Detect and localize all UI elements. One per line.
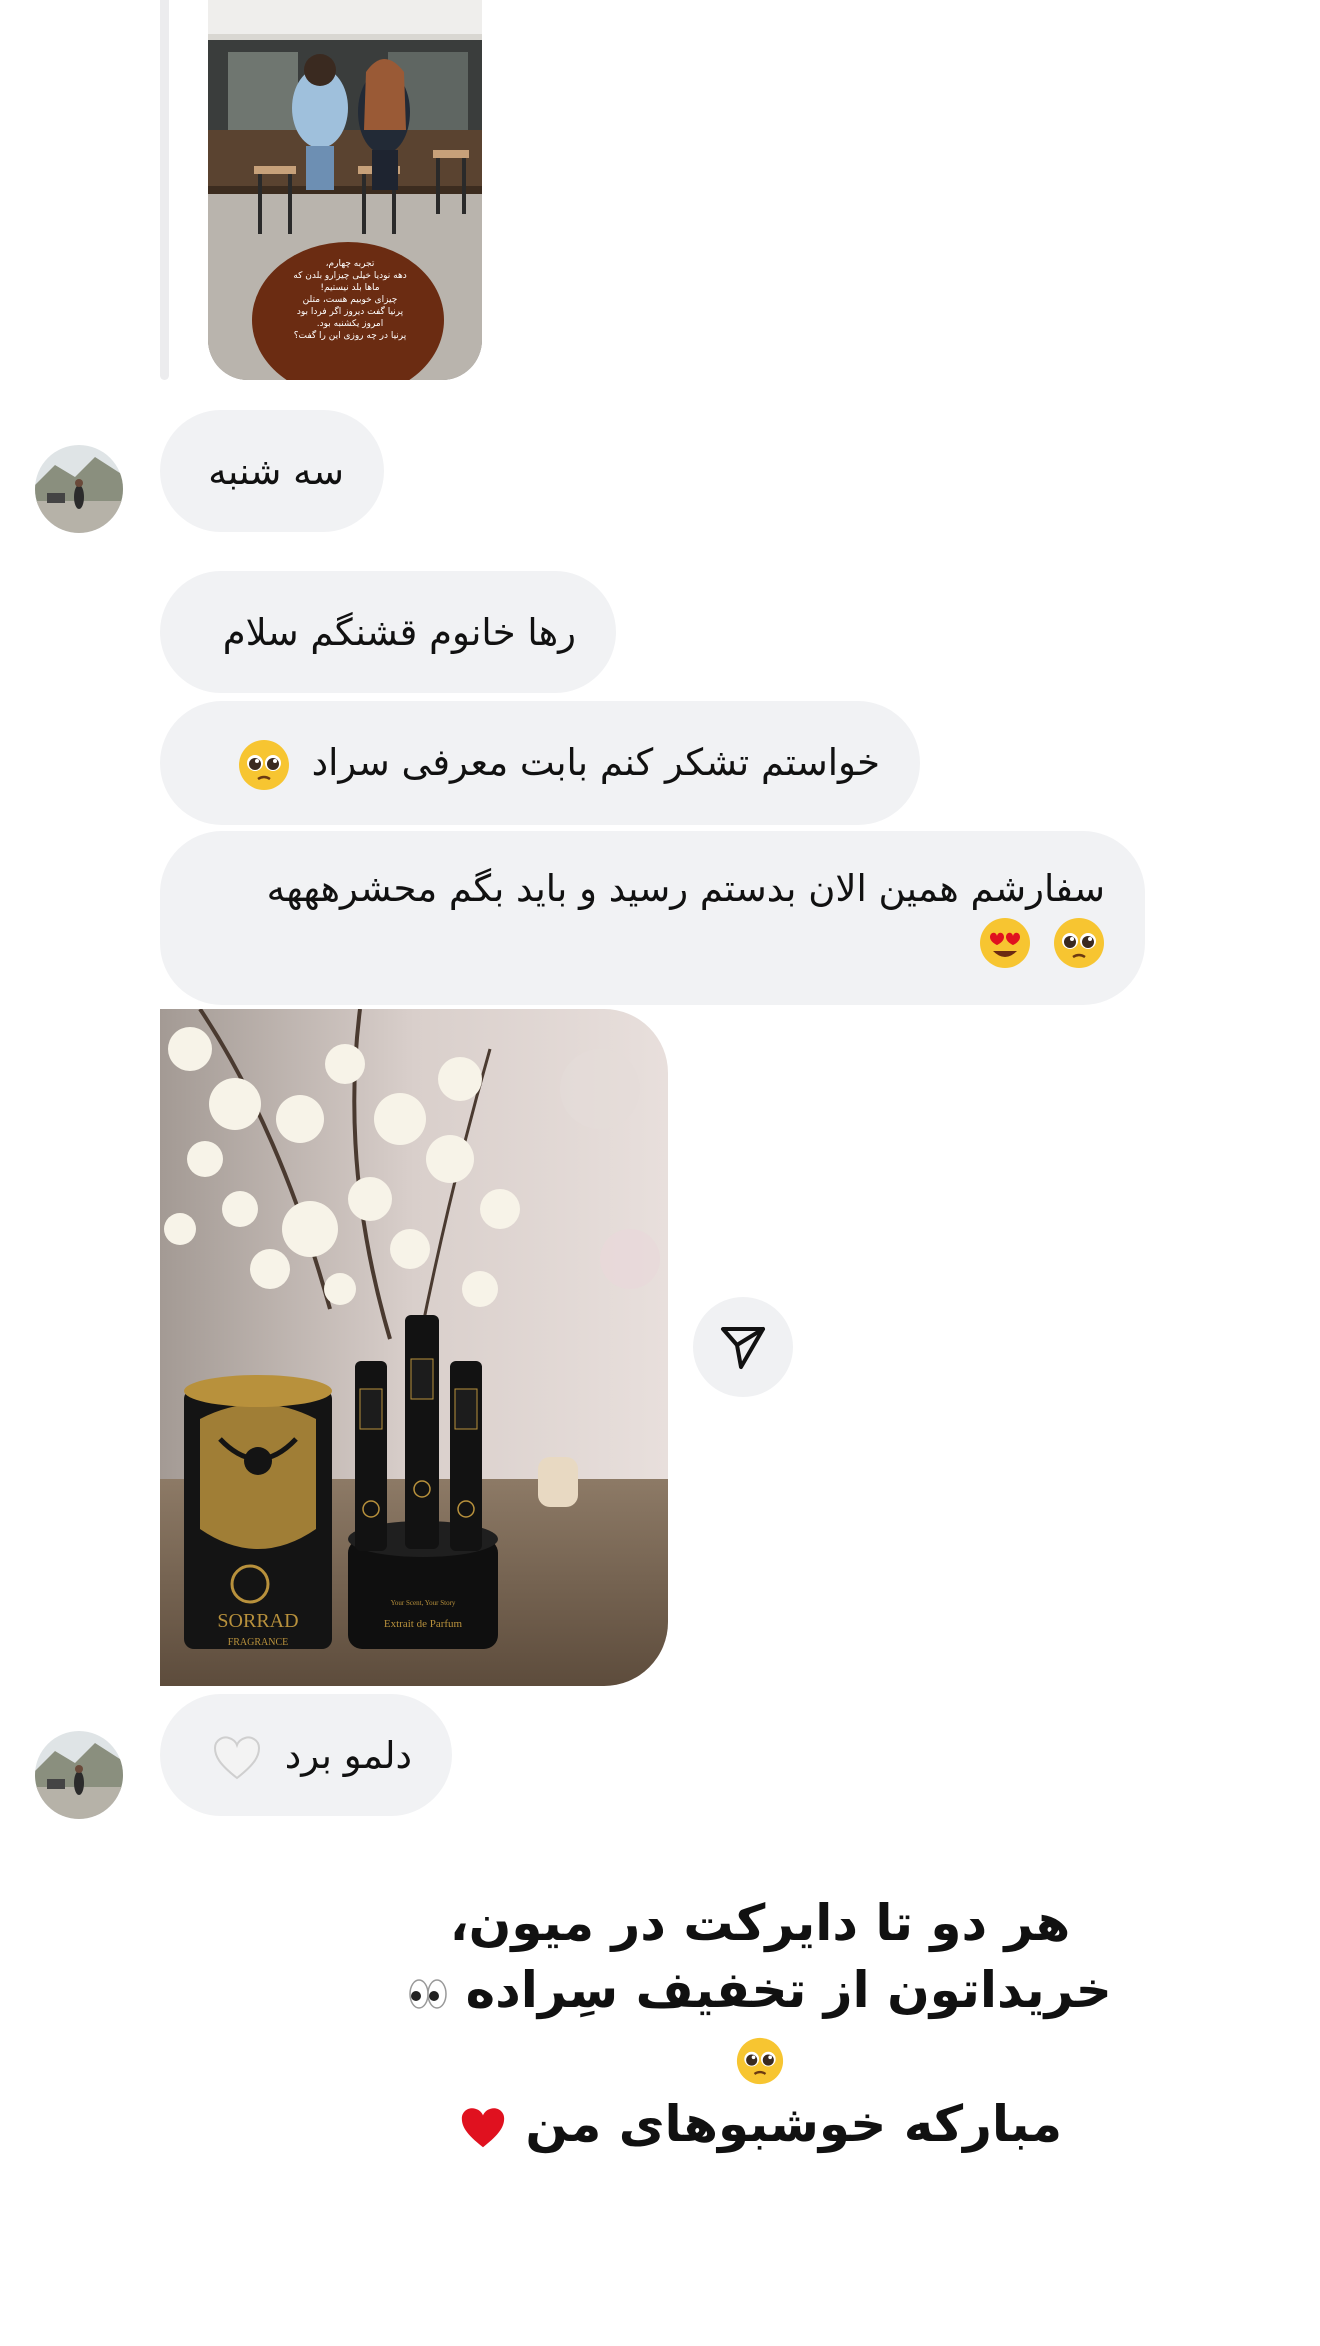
share-button[interactable] bbox=[693, 1297, 793, 1397]
pleading-face-emoji bbox=[736, 2037, 784, 2084]
caption-line: هر دو تا دایرکت در میون، bbox=[449, 1894, 1071, 1952]
message-bubble[interactable]: دلمو برد bbox=[160, 1694, 452, 1816]
message-bubble[interactable]: خواستم تشکر کنم بابت معرفی سراد bbox=[160, 701, 920, 825]
pleading-face-emoji bbox=[238, 739, 290, 791]
avatar[interactable] bbox=[35, 445, 123, 533]
svg-text:Your Scent, Your Story: Your Scent, Your Story bbox=[391, 1599, 456, 1607]
heart-eyes-emoji bbox=[979, 917, 1031, 969]
paper-plane-icon bbox=[721, 1327, 765, 1369]
message-text: خواستم تشکر کنم بابت معرفی سراد bbox=[311, 741, 880, 784]
message-bubble[interactable]: رها خانوم قشنگم سلام bbox=[160, 571, 616, 693]
avatar-image bbox=[35, 445, 123, 533]
svg-text:FRAGRANCE: FRAGRANCE bbox=[228, 1637, 289, 1648]
post-caption: هر دو تا دایرکت در میون، خریداتون از تخف… bbox=[380, 1890, 1140, 2158]
reply-indicator-line bbox=[160, 0, 169, 380]
message-bubble[interactable]: سفارشم همین الان بدستم رسید و باید بگم م… bbox=[160, 831, 1145, 1005]
eyes-icon bbox=[409, 1978, 447, 2009]
message-text: سفارشم همین الان بدستم رسید و باید بگم م… bbox=[266, 867, 1105, 910]
caption-line: مبارکه خوشبوهای من bbox=[380, 2091, 1140, 2158]
caption-line: خریداتون از تخفیف سِراده bbox=[380, 1957, 1140, 2091]
white-heart-emoji bbox=[211, 1732, 263, 1784]
pleading-face-emoji bbox=[1053, 917, 1105, 969]
svg-text:Extrait de Parfum: Extrait de Parfum bbox=[384, 1618, 463, 1630]
story-overlay-text: تجربه چهارم، دهه نودیا خیلی چیزارو بلدن … bbox=[293, 259, 407, 341]
product-photo[interactable]: SORRAD FRAGRANCE Extrait de Parfum Your … bbox=[160, 1009, 668, 1686]
message-bubble[interactable]: سه شنبه bbox=[160, 410, 384, 532]
shared-story-thumbnail[interactable]: تجربه چهارم، دهه نودیا خیلی چیزارو بلدن … bbox=[208, 0, 482, 380]
avatar[interactable] bbox=[35, 1731, 123, 1819]
svg-text:SORRAD: SORRAD bbox=[217, 1610, 298, 1632]
avatar-image bbox=[35, 1731, 123, 1819]
red-heart-icon bbox=[461, 2107, 505, 2147]
message-text: رها خانوم قشنگم سلام bbox=[222, 611, 576, 654]
message-text: دلمو برد bbox=[284, 1734, 412, 1777]
product-photo-image: SORRAD FRAGRANCE Extrait de Parfum Your … bbox=[160, 1009, 668, 1686]
message-text: سه شنبه bbox=[208, 450, 344, 493]
